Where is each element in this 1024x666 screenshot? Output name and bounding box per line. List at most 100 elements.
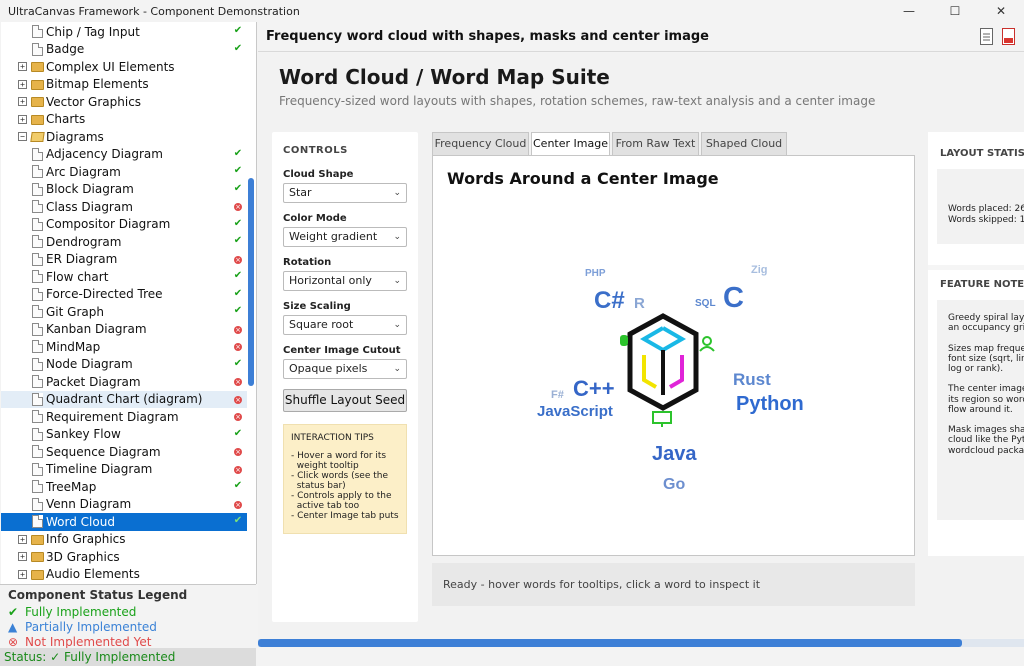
tree-item[interactable]: + Charts bbox=[1, 111, 247, 129]
minimize-button[interactable]: — bbox=[886, 0, 932, 22]
word-sql[interactable]: SQL bbox=[695, 298, 716, 309]
cloud-shape-select[interactable]: Star ⌄ bbox=[283, 183, 407, 203]
folder-icon bbox=[31, 97, 44, 107]
tree-item[interactable]: Requirement Diagram × bbox=[1, 408, 247, 426]
word-javascript[interactable]: JavaScript bbox=[537, 403, 613, 420]
tree-item[interactable]: Adjacency Diagram ✔ bbox=[1, 146, 247, 164]
tree-item[interactable]: MindMap × bbox=[1, 338, 247, 356]
tree-item[interactable]: + Vector Graphics bbox=[1, 93, 247, 111]
tree-item[interactable]: Venn Diagram × bbox=[1, 496, 247, 514]
word-python[interactable]: Python bbox=[736, 393, 804, 416]
document-icon[interactable] bbox=[980, 28, 993, 45]
word-rust[interactable]: Rust bbox=[733, 370, 771, 390]
tree-item[interactable]: Word Cloud ✔ bbox=[1, 513, 247, 531]
size-scaling-select[interactable]: Square root ⌄ bbox=[283, 315, 407, 335]
tree-item[interactable]: Chip / Tag Input ✔ bbox=[1, 23, 247, 41]
maximize-button[interactable]: ☐ bbox=[932, 0, 978, 22]
tree-item-label: Adjacency Diagram bbox=[46, 147, 163, 162]
check-icon: ✔ bbox=[233, 25, 243, 36]
feature-note-line: log or rank). bbox=[948, 364, 1004, 374]
tree-item-label: Charts bbox=[46, 112, 86, 127]
tree-item[interactable]: Timeline Diagram × bbox=[1, 461, 247, 479]
check-icon: ✔ bbox=[233, 305, 243, 316]
tree-item[interactable]: Block Diagram ✔ bbox=[1, 181, 247, 199]
shuffle-seed-button[interactable]: Shuffle Layout Seed bbox=[283, 389, 407, 412]
page-icon bbox=[32, 217, 43, 231]
expand-icon[interactable]: + bbox=[18, 114, 27, 124]
page-icon bbox=[32, 322, 43, 336]
expand-icon[interactable]: + bbox=[18, 552, 27, 561]
tree-scrollbar[interactable] bbox=[248, 178, 254, 386]
expand-icon[interactable]: + bbox=[18, 534, 27, 544]
tab-from-raw-text[interactable]: From Raw Text bbox=[612, 132, 699, 155]
tree-item[interactable]: Dendrogram ✔ bbox=[1, 233, 247, 251]
word-fsharp[interactable]: F# bbox=[551, 389, 564, 401]
component-tree: Chip / Tag Input ✔ Badge ✔ + Complex UI Eleme… bbox=[1, 22, 257, 584]
tree-item-label: Git Graph bbox=[46, 304, 104, 319]
tree-item-label: Quadrant Chart (diagram) bbox=[46, 392, 203, 407]
page-icon bbox=[32, 480, 43, 493]
error-circle-icon: × bbox=[234, 413, 242, 421]
tree-item[interactable]: Quadrant Chart (diagram) × bbox=[1, 390, 247, 408]
rotation-select[interactable]: Horizontal only ⌄ bbox=[283, 271, 407, 291]
tree-item[interactable]: TreeMap ✔ bbox=[1, 478, 247, 496]
color-mode-select[interactable]: Weight gradient ⌄ bbox=[283, 227, 407, 247]
tree-item[interactable]: Packet Diagram × bbox=[1, 373, 247, 391]
close-button[interactable]: ✕ bbox=[978, 0, 1024, 22]
tree-item[interactable]: Class Diagram × bbox=[1, 198, 247, 216]
tip-line: active tab too bbox=[291, 501, 360, 511]
expand-icon[interactable]: + bbox=[18, 62, 27, 71]
expand-icon[interactable]: + bbox=[18, 569, 27, 579]
word-cpp[interactable]: C++ bbox=[573, 376, 615, 402]
page-icon bbox=[32, 305, 43, 318]
tree-item[interactable]: Node Diagram ✔ bbox=[1, 356, 247, 374]
tree-item-label: Sequence Diagram bbox=[46, 444, 161, 459]
tree-item[interactable]: + Info Graphics bbox=[1, 531, 247, 549]
word-zig[interactable]: Zig bbox=[751, 264, 768, 276]
panel-title: Words Around a Center Image bbox=[447, 169, 719, 188]
word-go[interactable]: Go bbox=[663, 476, 685, 494]
word-php[interactable]: PHP bbox=[585, 268, 606, 279]
word-r[interactable]: R bbox=[634, 295, 645, 312]
tree-item[interactable]: Git Graph ✔ bbox=[1, 303, 247, 321]
tip-line: weight tooltip bbox=[291, 461, 359, 471]
tree-item[interactable]: Flow chart ✔ bbox=[1, 268, 247, 286]
expand-icon[interactable]: + bbox=[18, 97, 27, 106]
tree-item[interactable]: Kanban Diagram × bbox=[1, 321, 247, 339]
tree-item-label: Venn Diagram bbox=[46, 497, 132, 512]
error-circle-icon: × bbox=[234, 448, 242, 456]
tree-item[interactable]: +3D Graphics bbox=[1, 548, 247, 566]
page-icon bbox=[32, 252, 43, 266]
tree-item[interactable]: + Audio Elements bbox=[1, 566, 247, 584]
rotation-label: Rotation bbox=[283, 257, 332, 268]
tab-center-image[interactable]: Center Image bbox=[531, 132, 610, 156]
tree-item[interactable]: Arc Diagram ✔ bbox=[1, 163, 247, 181]
tree-item[interactable]: + Bitmap Elements bbox=[1, 76, 247, 94]
tab-shaped-cloud[interactable]: Shaped Cloud bbox=[701, 132, 787, 155]
tree-item[interactable]: ER Diagram × bbox=[1, 251, 247, 269]
word-c[interactable]: C bbox=[723, 282, 744, 315]
pdf-icon[interactable] bbox=[1002, 28, 1015, 45]
chevron-down-icon: ⌄ bbox=[393, 232, 401, 242]
tab-frequency-cloud[interactable]: Frequency Cloud bbox=[432, 132, 529, 155]
tree-item[interactable]: Sankey Flow ✔ bbox=[1, 426, 247, 444]
horizontal-scrollbar[interactable] bbox=[258, 639, 1024, 647]
page-icon bbox=[32, 42, 43, 56]
folder-icon bbox=[31, 534, 44, 545]
word-csharp[interactable]: C# bbox=[594, 287, 625, 315]
tree-item[interactable]: + Complex UI Elements bbox=[1, 58, 247, 76]
page-icon bbox=[32, 410, 43, 423]
title-bar: UltraCanvas Framework - Component Demons… bbox=[0, 0, 1024, 22]
expand-icon[interactable]: + bbox=[18, 79, 27, 89]
tree-item[interactable]: Sequence Diagram × bbox=[1, 443, 247, 461]
horizontal-scrollbar-thumb[interactable] bbox=[258, 639, 962, 647]
cutout-select[interactable]: Opaque pixels ⌄ bbox=[283, 359, 407, 379]
tree-item[interactable]: − Diagrams bbox=[1, 128, 247, 146]
folder-icon bbox=[31, 569, 44, 580]
tree-item[interactable]: Compositor Diagram ✔ bbox=[1, 216, 247, 234]
word-java[interactable]: Java bbox=[652, 443, 697, 466]
page-icon bbox=[32, 427, 43, 441]
tree-item[interactable]: Force-Directed Tree ✔ bbox=[1, 286, 247, 304]
tree-item[interactable]: Badge ✔ bbox=[1, 41, 247, 59]
collapse-icon[interactable]: − bbox=[18, 132, 27, 141]
